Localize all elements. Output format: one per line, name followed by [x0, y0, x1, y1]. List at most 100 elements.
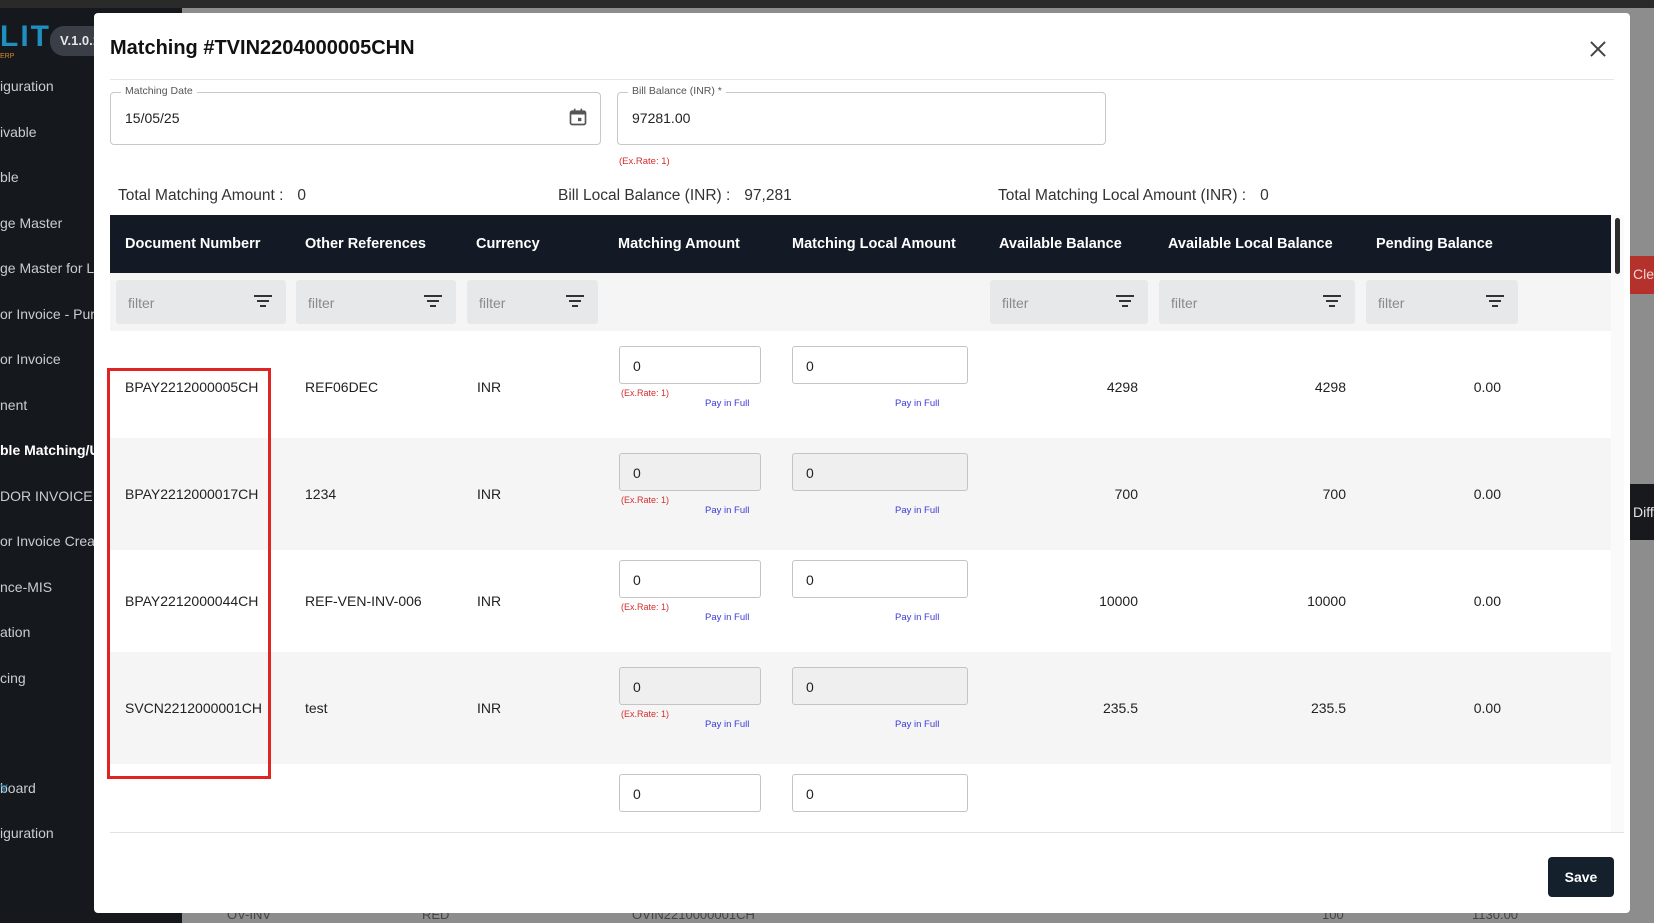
column-header-matching-local-amount[interactable]: Matching Local Amount — [792, 236, 956, 252]
table-row: BPAY2212000044CH REF-VEN-INV-006 INR 0 0 (Ex.… — [110, 545, 1611, 657]
sidebar-item: or Invoice Creat — [0, 533, 99, 549]
other-references-cell: test — [305, 700, 328, 716]
sidebar-item: ge Master for L — [0, 260, 95, 276]
column-header-available-local-balance[interactable]: Available Local Balance — [1168, 236, 1333, 252]
row-ex-rate: (Ex.Rate: 1) — [621, 602, 670, 612]
background-diff-button: Diff — [1630, 484, 1654, 540]
pending-balance-cell: 0.00 — [1473, 486, 1501, 502]
pay-in-full-link[interactable]: Pay in Full — [705, 719, 749, 730]
total-matching-local-amount: Total Matching Local Amount (INR) :0 — [998, 187, 1269, 204]
filter-icon[interactable] — [424, 294, 442, 308]
table-row: 00 — [110, 759, 1611, 832]
background-clear-button: Cle — [1630, 256, 1654, 294]
pay-in-full-link[interactable]: Pay in Full — [705, 398, 749, 409]
bill-balance-ex-rate: (Ex.Rate: 1) — [619, 156, 670, 167]
sidebar-item: iguration — [0, 78, 54, 94]
matching-local-amount-input[interactable]: 0 — [792, 667, 968, 705]
matching-amount-input[interactable]: 0 — [619, 560, 761, 598]
column-header-available-balance[interactable]: Available Balance — [999, 236, 1122, 252]
pay-in-full-link[interactable]: Pay in Full — [705, 612, 749, 623]
pay-in-full-local-link[interactable]: Pay in Full — [895, 719, 939, 730]
table-row: SVCN2212000001CH test INR 0 0 (Ex.Rate: 1) Pay… — [110, 652, 1611, 764]
pay-in-full-local-link[interactable]: Pay in Full — [895, 612, 939, 623]
table-row: BPAY2212000017CH 1234 INR 0 0 (Ex.Rate: 1) Pay… — [110, 438, 1611, 550]
bill-balance-field[interactable]: Bill Balance (INR) * 97281.00 — [617, 85, 1106, 145]
sidebar-item: ivable — [0, 124, 37, 140]
available-balance-cell: 10000 — [1099, 593, 1138, 609]
matching-local-amount-input[interactable]: 0 — [792, 560, 968, 598]
pay-in-full-local-link[interactable]: Pay in Full — [895, 505, 939, 516]
matching-amount-input[interactable]: 0 — [619, 453, 761, 491]
column-header-document-number[interactable]: Document Numberr — [125, 236, 260, 252]
document-number-cell[interactable]: BPAY2212000017CH — [125, 486, 258, 502]
currency-cell: INR — [477, 593, 502, 609]
sidebar-item: ge Master — [0, 215, 63, 231]
sidebar-item: nent — [0, 397, 28, 413]
filter-icon[interactable] — [566, 294, 584, 308]
column-header-other-references[interactable]: Other References — [305, 236, 426, 252]
pending-balance-cell: 0.00 — [1473, 593, 1501, 609]
row-ex-rate: (Ex.Rate: 1) — [621, 709, 670, 719]
bill-balance-value: 97281.00 — [632, 110, 691, 126]
grid-scrollbar[interactable] — [1611, 215, 1624, 832]
document-number-cell[interactable]: BPAY2212000044CH — [125, 593, 258, 609]
grid-scrollbar-thumb[interactable] — [1615, 218, 1620, 274]
bill-balance-label: Bill Balance (INR) * — [628, 85, 726, 97]
matching-amount-input[interactable]: 0 — [619, 667, 761, 705]
available-balance-cell: 4298 — [1106, 379, 1138, 395]
save-button[interactable]: Save — [1548, 857, 1614, 897]
available-balance-cell: 235.5 — [1102, 700, 1138, 716]
matching-date-field[interactable]: Matching Date 15/05/25 — [110, 85, 601, 145]
matching-date-value: 15/05/25 — [125, 110, 180, 126]
column-header-currency[interactable]: Currency — [476, 236, 540, 252]
available-local-balance-cell: 235.5 — [1310, 700, 1346, 716]
matching-local-amount-input[interactable]: 0 — [792, 346, 968, 384]
close-icon[interactable] — [1586, 37, 1610, 61]
filter-row: filter filter filter filter filter filte… — [110, 273, 1611, 331]
column-header-pending-balance[interactable]: Pending Balance — [1376, 236, 1493, 252]
pending-balance-cell: 0.00 — [1473, 700, 1501, 716]
sidebar-section-mark: Y — [0, 782, 9, 796]
sidebar-item: nce-MIS — [0, 579, 53, 595]
filter-pending-balance[interactable]: filter — [1366, 280, 1518, 324]
document-number-cell[interactable]: SVCN2212000001CH — [125, 700, 262, 716]
sidebar-item: iguration — [0, 825, 54, 841]
matching-amount-input[interactable]: 0 — [619, 346, 761, 384]
currency-cell: INR — [477, 700, 502, 716]
app-logo: LIT — [0, 20, 51, 53]
filter-icon[interactable] — [1116, 294, 1134, 308]
filter-other-references[interactable]: filter — [296, 280, 456, 324]
sidebar-item: cing — [0, 670, 26, 686]
pay-in-full-link[interactable]: Pay in Full — [705, 505, 749, 516]
other-references-cell: REF06DEC — [305, 379, 379, 395]
header-divider — [110, 79, 1614, 80]
document-number-cell[interactable]: BPAY2212000005CH — [125, 379, 258, 395]
sidebar-item: ble Matching/U — [0, 442, 100, 458]
bill-local-balance: Bill Local Balance (INR) :97,281 — [558, 187, 792, 204]
filter-available-local-balance[interactable]: filter — [1159, 280, 1355, 324]
filter-available-balance[interactable]: filter — [990, 280, 1148, 324]
calendar-icon[interactable] — [568, 107, 588, 127]
filter-currency[interactable]: filter — [467, 280, 598, 324]
background-topbar — [0, 0, 1654, 8]
filter-icon[interactable] — [1486, 294, 1504, 308]
available-local-balance-cell: 10000 — [1307, 593, 1346, 609]
matching-modal: Matching #TVIN2204000005CHN Matching Dat… — [94, 13, 1630, 913]
matching-amount-input[interactable]: 0 — [619, 774, 761, 812]
currency-cell: INR — [477, 486, 502, 502]
row-ex-rate: (Ex.Rate: 1) — [621, 388, 670, 398]
matching-local-amount-input[interactable]: 0 — [792, 453, 968, 491]
filter-document-number[interactable]: filter — [116, 280, 286, 324]
pending-balance-cell: 0.00 — [1473, 379, 1501, 395]
matching-grid: Document Numberr Other References Curren… — [110, 215, 1624, 833]
filter-icon[interactable] — [254, 294, 272, 308]
matching-local-amount-input[interactable]: 0 — [792, 774, 968, 812]
available-balance-cell: 700 — [1114, 486, 1138, 502]
column-header-matching-amount[interactable]: Matching Amount — [618, 236, 740, 252]
sidebar-item: or Invoice - Pur — [0, 306, 95, 322]
other-references-cell: 1234 — [305, 486, 337, 502]
sidebar-item: ble — [0, 169, 19, 185]
filter-icon[interactable] — [1323, 294, 1341, 308]
other-references-cell: REF-VEN-INV-006 — [305, 593, 422, 609]
pay-in-full-local-link[interactable]: Pay in Full — [895, 398, 939, 409]
